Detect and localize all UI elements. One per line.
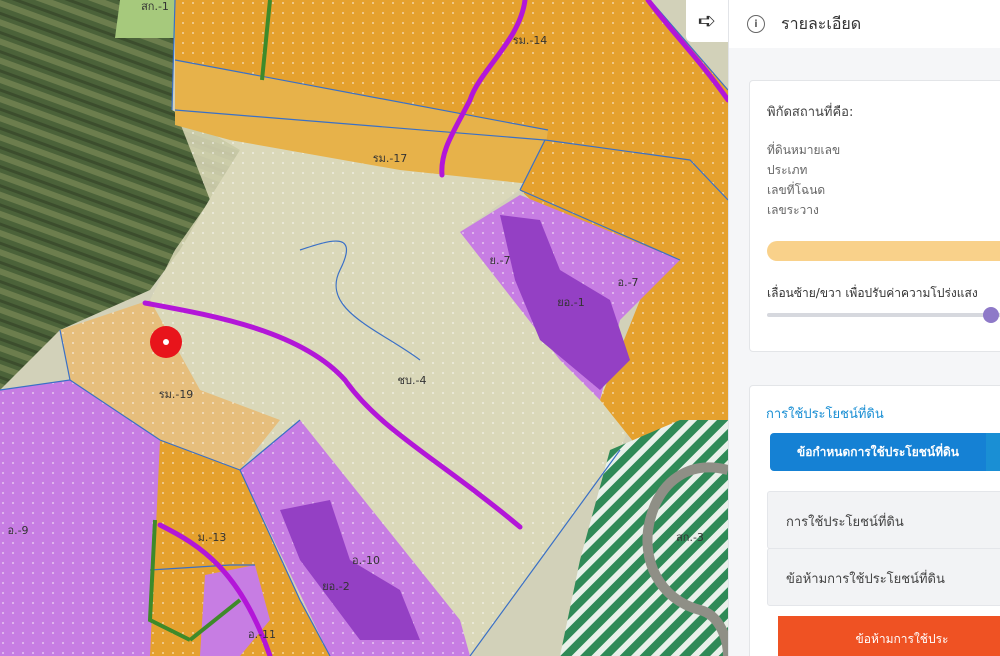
zone-label-sk3: สก.-3 [676, 531, 704, 544]
next-tab-button[interactable] [986, 433, 1000, 471]
zone-label-y7: ย.-7 [489, 254, 511, 267]
field-deed-number: เลขที่โฉนด [767, 183, 826, 197]
zone-label-yo2: ยอ.-2 [322, 580, 350, 593]
map-view[interactable]: สก.-1 รม.-14 รม.-17 ย.-7 อ.-7 ยอ.-1 ชบ.-… [0, 0, 728, 656]
zone-label-yo1: ยอ.-1 [557, 296, 585, 309]
accordion-land-use[interactable]: การใช้ประโยชน์ที่ดิน [767, 491, 1000, 549]
field-sheet-number: เลขระวาง [767, 203, 819, 217]
prohibition-button[interactable]: ข้อห้ามการใช้ประ [778, 616, 1000, 656]
location-card: พิกัดสถานที่คือ: ที่ดินหมายเลข ประเภท เล… [749, 80, 1000, 352]
accordion-land-use-label: การใช้ประโยชน์ที่ดิน [786, 515, 904, 530]
land-use-regulation-button[interactable]: ข้อกำหนดการใช้ประโยชน์ที่ดิน [770, 433, 986, 471]
zone-label-rm17: รม.-17 [372, 152, 408, 165]
field-parcel-number: ที่ดินหมายเลข [767, 143, 841, 157]
details-panel: i รายละเอียด พิกัดสถานที่คือ: ที่ดินหมาย… [728, 0, 1000, 656]
color-pill [767, 241, 1000, 261]
zone-label-o11: อ.-11 [247, 628, 277, 641]
accordion-land-use-prohibition[interactable]: ข้อห้ามการใช้ประโยชน์ที่ดิน [767, 548, 1000, 606]
zone-label-o7: อ.-7 [617, 276, 639, 289]
coords-label: พิกัดสถานที่คือ: [767, 105, 854, 120]
zone-label-o10: อ.-10 [351, 554, 381, 567]
accordion-prohibition-label: ข้อห้ามการใช้ประโยชน์ที่ดิน [786, 572, 945, 587]
zone-label-m13: ม.-13 [197, 531, 227, 544]
land-use-card: การใช้ประโยชน์ที่ดิน ข้อกำหนดการใช้ประโย… [749, 385, 1000, 656]
opacity-slider-thumb[interactable] [982, 307, 999, 323]
field-type: ประเภท [767, 163, 808, 177]
opacity-slider-caption: เลื่อนซ้าย/ขวา เพื่อปรับค่าความโปร่งแสง [767, 286, 978, 300]
land-use-title: การใช้ประโยชน์ที่ดิน [766, 407, 884, 422]
panel-header: i รายละเอียด [729, 0, 1000, 48]
opacity-slider-track[interactable] [767, 313, 1000, 317]
zone-label-sk1: สก.-1 [141, 0, 169, 13]
zone-label-o9: อ.-9 [7, 524, 29, 537]
zone-label-cb4: ชบ.-4 [397, 374, 427, 387]
zone-label-rm19: รม.-19 [158, 388, 194, 401]
panel-title: รายละเอียด [781, 13, 862, 33]
info-icon: i [747, 15, 765, 33]
location-marker-icon[interactable] [150, 326, 182, 358]
zone-label-rm14: รม.-14 [512, 34, 548, 47]
arrow-right-icon[interactable]: ➪ [686, 0, 728, 42]
